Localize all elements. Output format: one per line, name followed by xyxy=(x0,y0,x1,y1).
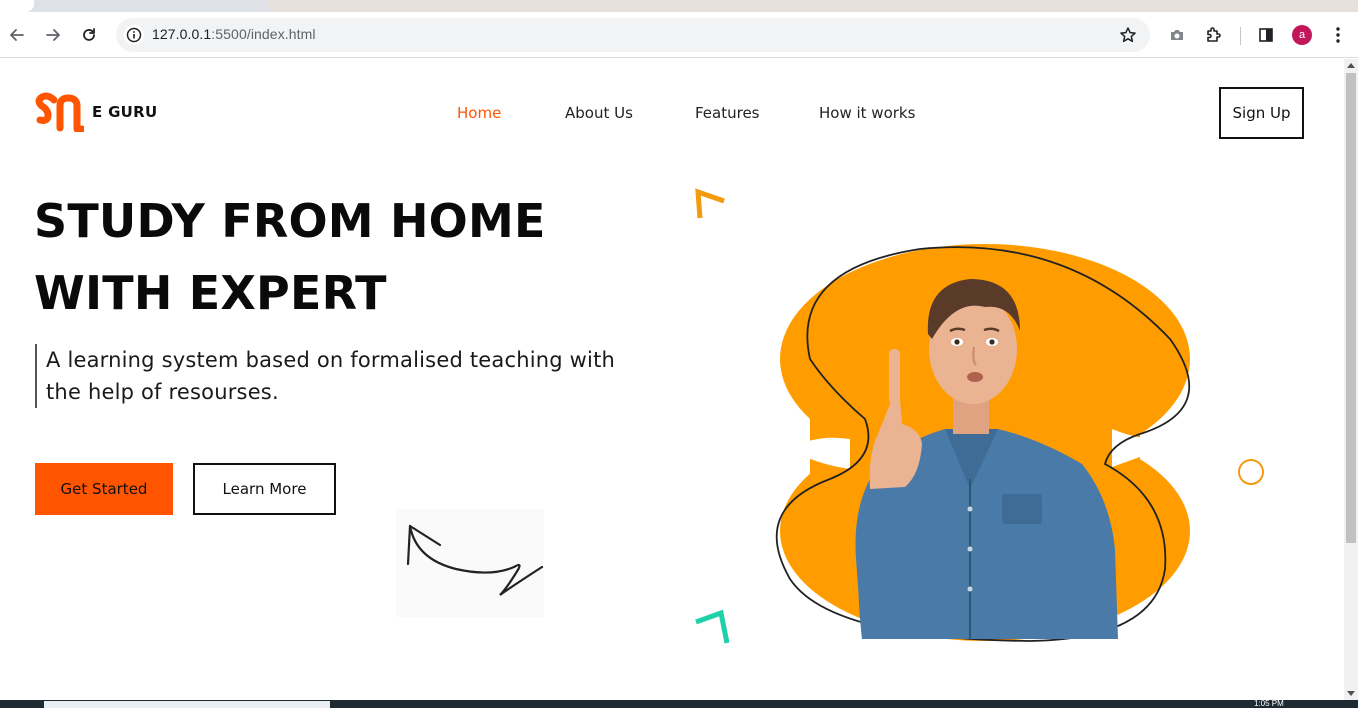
hero-subtitle: A learning system based on formalised te… xyxy=(35,344,655,408)
reload-icon[interactable] xyxy=(76,22,102,48)
curved-arrow-illustration xyxy=(396,509,544,617)
nav-link-about-us[interactable]: About Us xyxy=(565,104,633,122)
extensions-puzzle-icon[interactable] xyxy=(1202,23,1226,47)
orange-ring-decoration xyxy=(1238,459,1264,485)
bookmark-star-icon[interactable] xyxy=(1118,25,1138,45)
taskbar-item[interactable] xyxy=(44,701,330,708)
page-scrollbar[interactable] xyxy=(1344,59,1358,700)
brand-name: E GURU xyxy=(92,103,158,121)
tab-group-area xyxy=(266,0,1358,12)
camera-icon[interactable] xyxy=(1165,23,1189,47)
site-info-icon[interactable] xyxy=(124,25,144,45)
nav-link-home[interactable]: Home xyxy=(457,104,501,122)
person-finger xyxy=(889,349,900,404)
hero-title-line-2: WITH EXPERT xyxy=(34,266,387,320)
tab-strip xyxy=(0,0,1358,12)
more-menu-icon[interactable] xyxy=(1326,23,1350,47)
page-viewport: E GURU Home About Us Features How it wor… xyxy=(0,59,1344,700)
browser-toolbar: 127.0.0.1:5500/index.html a xyxy=(0,12,1358,58)
teal-chevron-decoration xyxy=(694,608,734,652)
os-taskbar: 1:05 PM xyxy=(0,700,1358,708)
forward-arrow-icon[interactable] xyxy=(40,22,66,48)
back-arrow-icon[interactable] xyxy=(4,22,30,48)
scrollbar-thumb[interactable] xyxy=(1346,73,1356,543)
learn-more-button[interactable]: Learn More xyxy=(193,463,336,515)
toolbar-divider xyxy=(1240,27,1241,45)
url-host: 127.0.0.1 xyxy=(152,26,212,42)
taskbar-clock: 1:05 PM xyxy=(1254,699,1284,708)
scroll-up-arrow-icon[interactable] xyxy=(1347,63,1355,68)
active-tab[interactable] xyxy=(0,0,34,12)
url-text[interactable]: 127.0.0.1:5500/index.html xyxy=(152,26,316,42)
address-bar[interactable]: 127.0.0.1:5500/index.html xyxy=(116,18,1150,52)
orange-chevron-decoration xyxy=(694,187,728,225)
logo-mark-icon xyxy=(35,92,84,132)
profile-avatar[interactable]: a xyxy=(1292,25,1312,45)
scroll-down-arrow-icon[interactable] xyxy=(1347,691,1355,696)
url-path: :5500/index.html xyxy=(211,26,316,42)
nav-link-how-it-works[interactable]: How it works xyxy=(819,104,915,122)
side-panel-icon[interactable] xyxy=(1254,23,1278,47)
nav-link-features[interactable]: Features xyxy=(695,104,760,122)
hero-title: STUDY FROM HOME WITH EXPERT xyxy=(34,185,546,329)
site-logo[interactable]: E GURU xyxy=(34,92,158,132)
hero-title-line-1: STUDY FROM HOME xyxy=(34,194,546,248)
sign-up-button[interactable]: Sign Up xyxy=(1219,87,1304,139)
hero-illustration xyxy=(770,239,1210,653)
get-started-button[interactable]: Get Started xyxy=(35,463,173,515)
